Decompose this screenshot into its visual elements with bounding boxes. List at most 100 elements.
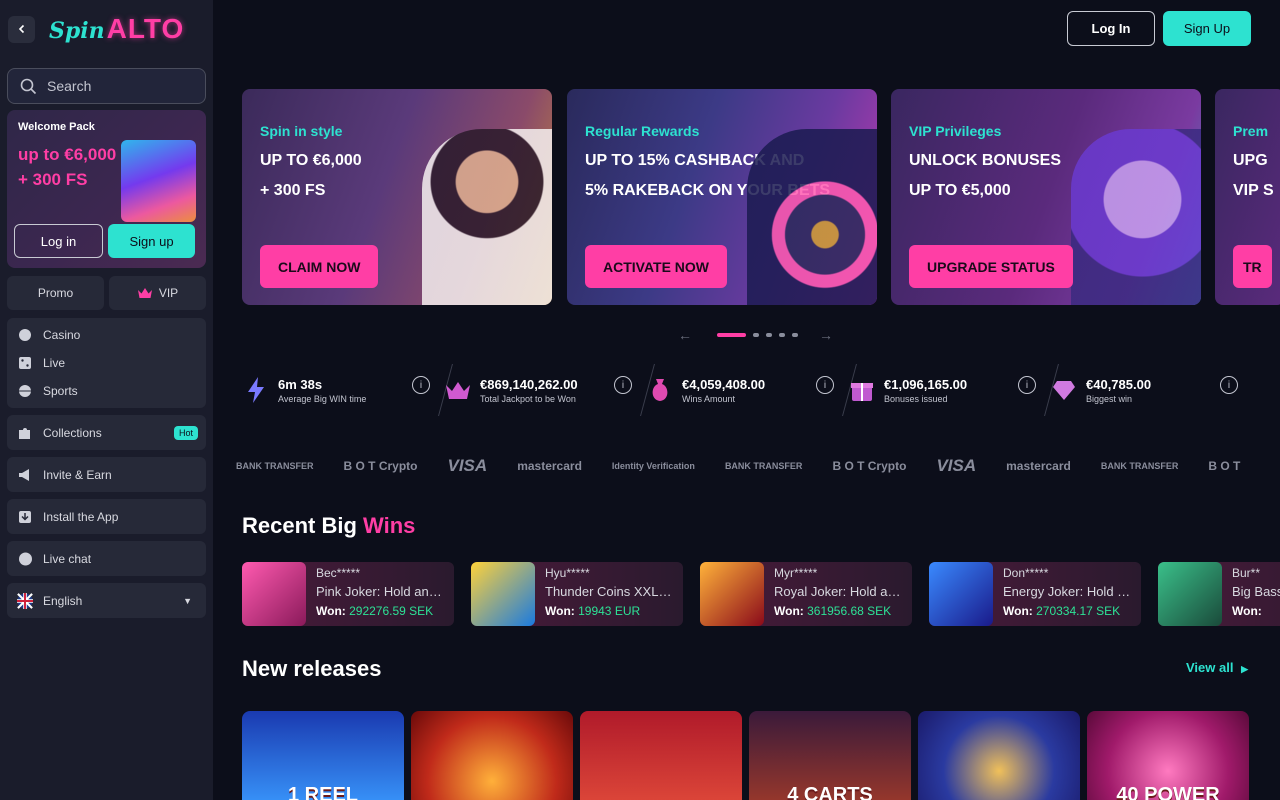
game-tile[interactable]: [918, 711, 1080, 800]
activate-now-button[interactable]: ACTIVATE NOW: [585, 245, 728, 288]
win-user: Bec*****: [316, 566, 361, 580]
banner-line-2: VIP S: [1233, 182, 1274, 199]
info-icon[interactable]: i: [412, 376, 430, 394]
promo-banner-premium[interactable]: Prem UPG VIP S TR: [1215, 89, 1280, 305]
stat-value: €869,140,262.00: [480, 376, 578, 392]
search-placeholder: Search: [47, 78, 92, 94]
sidebar-item-label: Collections: [43, 425, 102, 440]
info-icon[interactable]: i: [1018, 376, 1036, 394]
sidebar-login-button[interactable]: Log in: [14, 224, 103, 258]
banner-line-1: UPG: [1233, 152, 1268, 169]
stat-value: €4,059,408.00: [682, 376, 766, 392]
puzzle-icon: [17, 425, 33, 441]
carousel-controls: ← →: [678, 327, 833, 343]
download-icon: [17, 509, 33, 525]
sidebar-item-install-app[interactable]: Install the App: [7, 499, 206, 534]
crown-icon: [444, 376, 472, 404]
recent-wins-title: Recent Big Wins: [242, 513, 415, 539]
sidebar-main-nav: Casino Live Sports: [7, 318, 206, 408]
win-card[interactable]: Myr***** Royal Joker: Hold and Win Won: …: [700, 562, 912, 626]
arrow-right-icon[interactable]: →: [819, 327, 833, 343]
carousel-dot[interactable]: [779, 333, 785, 337]
chat-bubble-icon: [17, 551, 33, 567]
arrow-left-icon[interactable]: ←: [678, 327, 692, 343]
logo[interactable]: Spin ALTO: [49, 13, 184, 45]
crypto-logo: B O T Crypto: [343, 459, 418, 473]
sidebar-item-invite[interactable]: Invite & Earn: [7, 457, 206, 492]
money-bag-icon: [646, 376, 674, 404]
hot-badge: Hot: [173, 425, 198, 440]
view-all-link[interactable]: View all ▶: [1186, 660, 1248, 675]
mastercard-logo: mastercard: [517, 459, 582, 473]
game-tile[interactable]: 4 CARTS: [749, 711, 911, 800]
carousel-dot[interactable]: [753, 333, 759, 337]
sidebar-item-casino[interactable]: Casino: [7, 321, 206, 349]
win-user: Bur**: [1232, 566, 1261, 580]
info-icon[interactable]: i: [1220, 376, 1238, 394]
carousel-dot[interactable]: [792, 333, 798, 337]
sidebar-item-collections[interactable]: Collections Hot: [7, 415, 206, 450]
info-icon[interactable]: i: [816, 376, 834, 394]
view-all-label: View all: [1186, 660, 1234, 675]
banner-tag: Prem: [1233, 123, 1269, 139]
win-card[interactable]: Hyu***** Thunder Coins XXL: Hold and Win…: [471, 562, 683, 626]
promo-button[interactable]: Promo: [7, 276, 104, 310]
sidebar-item-live-chat[interactable]: Live chat: [7, 541, 206, 576]
game-tile[interactable]: 40 POWER: [1087, 711, 1249, 800]
stat-avg-win-time: 6m 38s Average Big WIN time i: [242, 364, 453, 416]
stat-value: 6m 38s: [278, 376, 323, 392]
sidebar-item-label: Casino: [43, 328, 81, 342]
stat-label: Wins Amount: [682, 393, 736, 404]
win-card[interactable]: Don***** Energy Joker: Hold and Win Won:…: [929, 562, 1141, 626]
stat-biggest-win: €40,785.00 Biggest win i: [1050, 370, 1252, 410]
sidebar: Spin ALTO Search Welcome Pack up to €6,0…: [0, 0, 213, 800]
info-icon[interactable]: i: [614, 376, 632, 394]
gift-icon: [848, 376, 876, 404]
new-releases-grid: 1 REEL 4 CARTS 40 POWER: [242, 711, 1249, 800]
game-tile[interactable]: [411, 711, 573, 800]
win-label: Won:: [1003, 604, 1033, 618]
game-thumbnail: [1158, 562, 1222, 626]
upgrade-status-button[interactable]: UPGRADE STATUS: [909, 245, 1073, 288]
stat-bonuses-issued: €1,096,165.00 Bonuses issued i: [848, 364, 1059, 416]
banner-cta-button[interactable]: TR: [1233, 245, 1272, 288]
win-user: Hyu*****: [545, 566, 590, 580]
new-releases-title: New releases: [242, 656, 382, 681]
header-signup-button[interactable]: Sign Up: [1163, 11, 1251, 46]
carousel-dot-active[interactable]: [717, 333, 746, 337]
welcome-pack-card[interactable]: Welcome Pack up to €6,000 + 300 FS Log i…: [7, 110, 206, 268]
crown-icon: [137, 288, 152, 298]
sports-ball-icon: [17, 383, 33, 399]
language-selector[interactable]: English ▼: [7, 583, 206, 618]
bank-transfer-logo: BANK TRANSFER: [724, 460, 803, 471]
recent-wins-title-a: Recent Big: [242, 513, 364, 538]
sidebar-signup-button[interactable]: Sign up: [108, 224, 195, 258]
lightning-icon: [242, 376, 270, 404]
promo-banner-regular-rewards[interactable]: Regular Rewards UP TO 15% CASHBACK AND 5…: [567, 89, 877, 305]
win-amount: 361956.68 SEK: [807, 604, 892, 618]
stat-label: Total Jackpot to be Won: [480, 393, 576, 404]
mastercard-logo: mastercard: [1006, 459, 1071, 473]
claim-now-button[interactable]: CLAIM NOW: [260, 245, 379, 288]
game-title: 1 REEL: [287, 784, 359, 800]
stat-label: Average Big WIN time: [278, 393, 367, 404]
win-amount: 270334.17 SEK: [1036, 604, 1121, 618]
win-card[interactable]: Bur** Big Bass Splash Won:: [1158, 562, 1280, 626]
promo-banner-vip-privileges[interactable]: VIP Privileges UNLOCK BONUSES UP TO €5,0…: [891, 89, 1201, 305]
diamond-icon: [1050, 376, 1078, 404]
search-input[interactable]: Search: [7, 68, 206, 104]
win-amount: 19943 EUR: [578, 604, 641, 618]
vip-button[interactable]: VIP: [109, 276, 206, 310]
carousel-dot[interactable]: [766, 333, 772, 337]
header-login-button[interactable]: Log In: [1067, 11, 1155, 46]
game-tile[interactable]: [580, 711, 742, 800]
promo-banner-spin-in-style[interactable]: Spin in style UP TO €6,000 + 300 FS CLAI…: [242, 89, 552, 305]
win-card[interactable]: Bec***** Pink Joker: Hold and Win Won: 2…: [242, 562, 454, 626]
game-thumbnail: [929, 562, 993, 626]
win-game: Royal Joker: Hold and Win: [774, 584, 904, 599]
game-tile[interactable]: 1 REEL: [242, 711, 404, 800]
collapse-sidebar-button[interactable]: [8, 15, 35, 43]
megaphone-icon: [17, 467, 33, 483]
sidebar-item-sports[interactable]: Sports: [7, 377, 206, 405]
sidebar-item-live[interactable]: Live: [7, 349, 206, 377]
